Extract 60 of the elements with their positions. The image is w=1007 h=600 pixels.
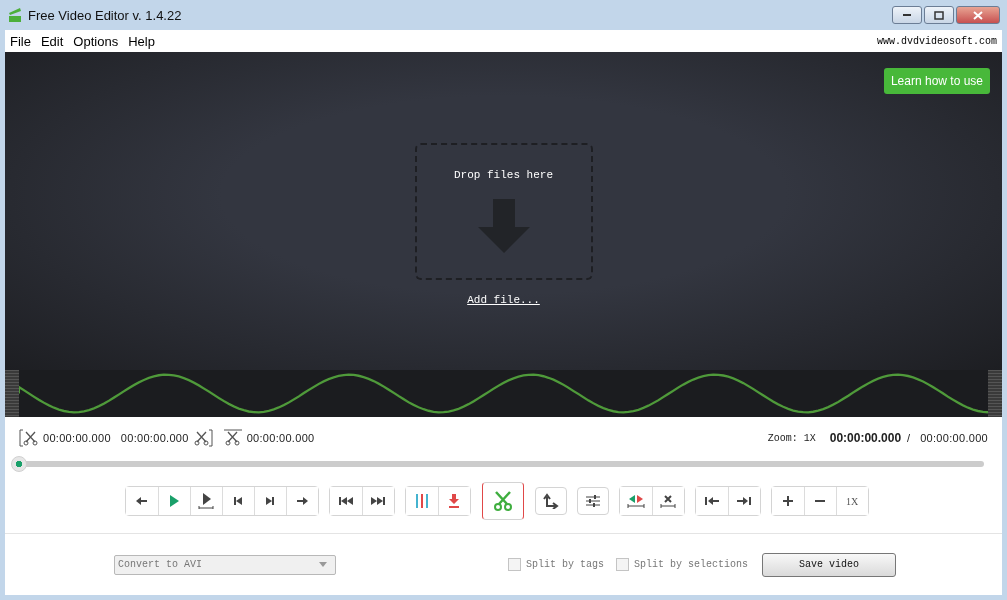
- step-back-icon: [233, 496, 243, 506]
- close-icon: [973, 10, 983, 20]
- position-slider[interactable]: [11, 456, 984, 472]
- current-time: 00:00:00.000: [829, 431, 902, 445]
- cut-end-icon: [192, 429, 213, 447]
- marker-down-button[interactable]: [437, 487, 470, 515]
- cut-start-icon: [19, 429, 39, 447]
- right-arrow-icon: [296, 496, 308, 506]
- down-arrow-icon: [477, 199, 530, 253]
- app-icon: [8, 7, 22, 23]
- cut-button[interactable]: [481, 482, 524, 520]
- minimize-button[interactable]: [892, 6, 922, 24]
- drop-hint: Drop files here: [454, 169, 553, 181]
- website-link[interactable]: www.dvdvideosoft.com: [876, 35, 997, 47]
- zoom-reset-button[interactable]: 1X: [835, 487, 868, 515]
- end-time: 00:00:00.000: [120, 432, 189, 444]
- rotate-button[interactable]: [534, 487, 567, 515]
- adjust-button[interactable]: [576, 487, 609, 515]
- split-bars-icon: [414, 494, 429, 508]
- arrow-to-start-icon: [704, 496, 719, 506]
- maximize-button[interactable]: [924, 6, 954, 24]
- plus-icon: [782, 496, 793, 506]
- skip-forward-button[interactable]: [361, 487, 394, 515]
- timeline-handle[interactable]: [5, 370, 19, 417]
- selection-time: 00:00:00.000: [246, 432, 315, 444]
- menu-item[interactable]: Help: [128, 33, 155, 49]
- triangles-range-icon: [626, 494, 645, 508]
- start-time: 00:00:00.000: [43, 432, 111, 444]
- skip-forward-icon: [371, 496, 385, 506]
- window-title: Free Video Editor v. 1.4.22: [28, 7, 182, 23]
- scissors-icon: [492, 491, 513, 511]
- play-icon: [169, 495, 179, 507]
- arrow-to-end-icon: [737, 496, 751, 506]
- menu-item[interactable]: File: [10, 33, 31, 49]
- save-video-button[interactable]: Save video: [762, 552, 896, 577]
- cross-range-icon: [660, 494, 676, 508]
- corner-arrow-icon: [542, 493, 559, 509]
- delete-selection-button[interactable]: [651, 487, 684, 515]
- down-arrow-icon: [448, 494, 460, 508]
- go-end-button[interactable]: [727, 487, 760, 515]
- time-separator: /: [907, 432, 911, 444]
- total-time: 00:00:00.000: [920, 432, 988, 444]
- menu-item[interactable]: Edit: [40, 33, 64, 49]
- sliders-icon: [585, 495, 600, 507]
- left-arrow-icon: [135, 496, 148, 506]
- play-range-icon: [198, 493, 214, 509]
- menu-item[interactable]: Options: [73, 33, 119, 49]
- close-button[interactable]: [956, 6, 1000, 24]
- skip-back-icon: [338, 496, 353, 506]
- selection-length-icon: [222, 429, 243, 447]
- step-forward-icon: [265, 496, 275, 506]
- slider-thumb[interactable]: [11, 456, 27, 472]
- next-frame-button[interactable]: [285, 487, 318, 515]
- minimize-icon: [902, 13, 912, 17]
- zoom-level: Zoom: 1X: [767, 432, 816, 444]
- maximize-icon: [934, 10, 944, 20]
- timeline-handle[interactable]: [988, 370, 1002, 417]
- add-file-link[interactable]: Add file...: [467, 294, 540, 306]
- dropdown-caret-icon: [319, 562, 327, 567]
- drop-zone[interactable]: Drop files here: [414, 143, 593, 280]
